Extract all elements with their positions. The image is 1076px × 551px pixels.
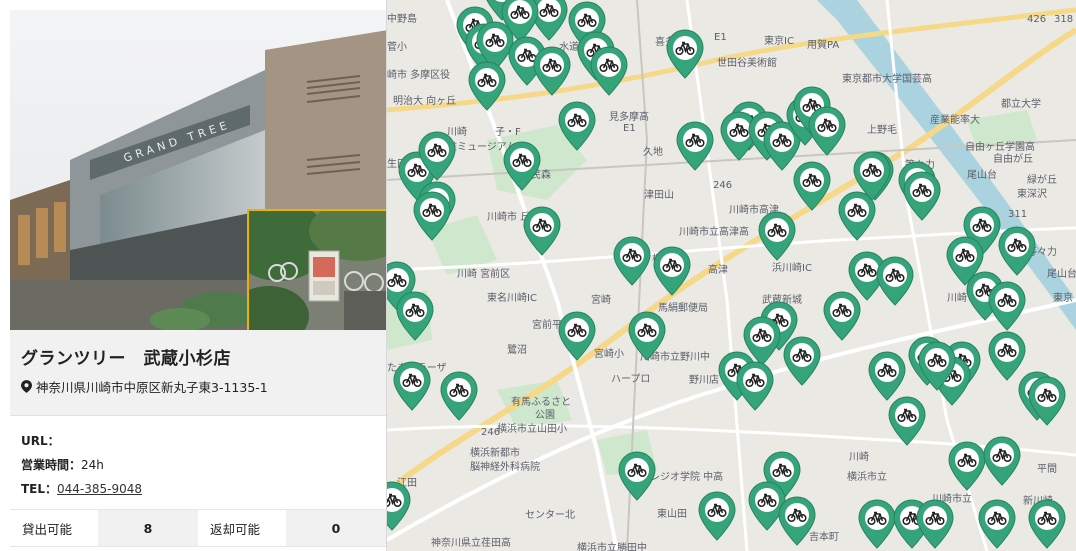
store-address-row: 神奈川県川崎市中原区新丸子東3-1135-1 xyxy=(21,377,268,396)
map-label: 見多摩高 xyxy=(609,110,649,123)
map-label: 東深沢 xyxy=(1017,187,1047,200)
location-pin-icon xyxy=(21,380,32,393)
map-label: 崎市 多摩区役 xyxy=(387,68,450,81)
store-header: グランツリー 武蔵小杉店 神奈川県川崎市中原区新丸子東3-1135-1 xyxy=(10,330,386,415)
hours-line: 営業時間：24h xyxy=(21,456,104,473)
map-label: 318 xyxy=(1054,14,1073,25)
map-label: 有馬ふるさと xyxy=(511,395,571,408)
map-label: 津田山 xyxy=(644,189,674,201)
url-line: URL： xyxy=(21,432,60,449)
map-label: E1 xyxy=(714,32,727,43)
map-label: 用賀PA xyxy=(807,39,839,51)
map-label: 上野毛 xyxy=(867,124,897,136)
rent-available-count: 8 xyxy=(98,510,198,546)
map-label: 浜川崎IC xyxy=(772,261,812,274)
map-label: 尾山台 xyxy=(967,168,997,181)
map-label: 川崎 xyxy=(947,291,967,304)
map-label: 明治大 向ヶ丘 xyxy=(393,94,456,107)
map-label: 国芸高 xyxy=(902,72,932,85)
map-label: 426 xyxy=(1027,14,1046,25)
map-label: 横浜市立 xyxy=(847,470,887,483)
map-label: 自由ヶ丘学園高 xyxy=(965,140,1035,153)
store-address: 神奈川県川崎市中原区新丸子東3-1135-1 xyxy=(36,380,268,395)
availability-row: 貸出可能 8 返却可能 0 xyxy=(10,509,386,547)
map-label: 横浜市立勝田中 xyxy=(577,541,647,551)
map-label: 246 xyxy=(713,180,732,191)
bike-station-photo xyxy=(247,209,386,330)
map-label: 宮前平 xyxy=(532,318,562,331)
map-label: 平間 xyxy=(1037,463,1057,475)
tel-line: TEL：044-385-9048 xyxy=(21,480,142,497)
map-label: 東京 xyxy=(1053,291,1073,304)
map-label: 尾山台 xyxy=(1047,267,1076,280)
map-label: 馬絹郵便局 xyxy=(658,301,708,314)
map-label: 宮崎小 xyxy=(594,347,624,360)
map-label: 久地 xyxy=(643,145,663,158)
rent-available-label: 貸出可能 xyxy=(10,510,98,546)
return-available-count: 0 xyxy=(286,510,386,546)
map-label: 自由が丘 xyxy=(993,152,1033,165)
map-label: 中野島 xyxy=(387,12,417,25)
store-photo: GRAND TREE xyxy=(10,10,386,330)
map-label: 産業能率大 xyxy=(930,113,980,126)
map-label: 高津 xyxy=(708,263,728,276)
map-label: 都立大学 xyxy=(1001,97,1041,110)
map-label: 緑が丘 xyxy=(1027,173,1057,186)
map-label: 東京都市大学 xyxy=(842,72,902,85)
map-label: 横浜市立山田小 xyxy=(497,422,567,435)
map-label: 横浜新都市 xyxy=(470,446,520,459)
map-label: 吉本町 xyxy=(809,530,839,543)
map-label: E1 xyxy=(623,123,636,134)
tel-link[interactable]: 044-385-9048 xyxy=(57,482,142,496)
store-name: グランツリー 武蔵小杉店 xyxy=(21,349,231,369)
map-label: ハープロ xyxy=(611,373,650,385)
map-label: 東名川崎IC xyxy=(487,291,537,304)
map-label: 311 xyxy=(1008,209,1027,220)
map-label: 川崎 xyxy=(447,125,467,138)
map-label: 川崎 xyxy=(849,450,869,463)
store-info-list: URL： 営業時間：24h TEL：044-385-9048 xyxy=(10,415,386,508)
hours-label: 営業時間： xyxy=(21,458,82,472)
map-label: 東京IC xyxy=(764,34,794,47)
station-map[interactable]: 中野島喜多見中水道道路E1東京IC用賀PA426318菅小崎市 多摩区役世田谷美… xyxy=(387,0,1076,551)
map-label: 子・F xyxy=(495,126,521,138)
store-detail-panel: GRAND TREE グランツリー 武蔵小杉店 神奈川県川崎市中原区新丸子東3-… xyxy=(0,0,387,551)
map-label: 宮崎 xyxy=(591,293,611,306)
map-label: 神奈川県立荏田高 xyxy=(431,536,511,549)
map-label: 東山田 xyxy=(657,507,687,520)
map-label: センター北 xyxy=(525,509,575,521)
map-label: 川崎 宮前区 xyxy=(457,267,510,280)
map-label: 世田谷美術館 xyxy=(717,56,777,69)
map-label: 野川店 xyxy=(689,373,719,386)
map-label: 鷺沼 xyxy=(507,343,527,356)
map-label: 川崎市立高津高 xyxy=(679,225,749,238)
return-available-label: 返却可能 xyxy=(198,510,286,546)
tel-label: TEL： xyxy=(21,482,58,496)
map-label: 公園 xyxy=(535,409,555,421)
url-label: URL： xyxy=(21,434,60,448)
hours-value: 24h xyxy=(81,458,104,472)
map-label: 菅小 xyxy=(387,41,407,53)
map-label: 脳神経外科病院 xyxy=(470,460,540,473)
